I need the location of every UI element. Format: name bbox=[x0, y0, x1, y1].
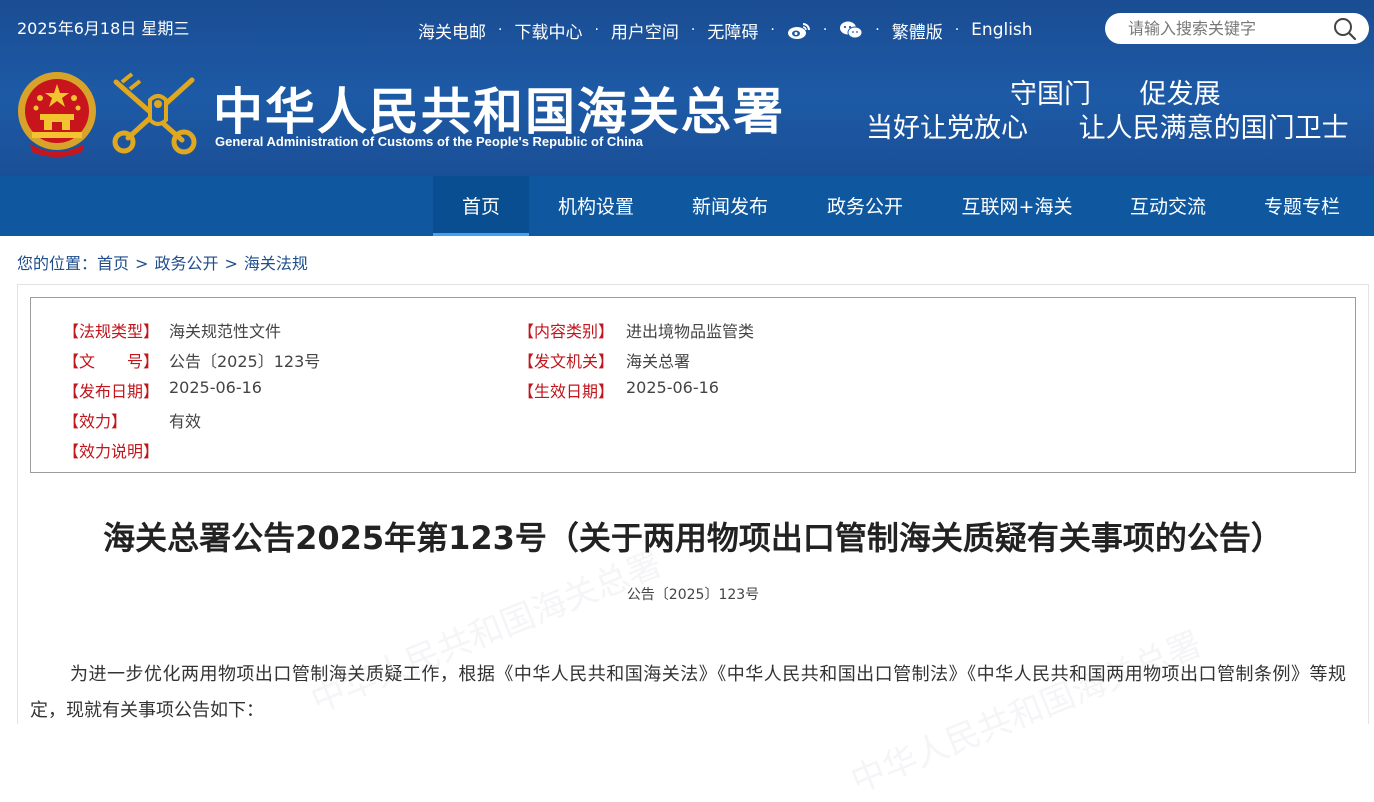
top-link-accessibility[interactable]: 无障碍 bbox=[707, 18, 758, 43]
nav-news[interactable]: 新闻发布 bbox=[682, 176, 778, 236]
meta-publish-date: 【发布日期】 2025-06-16 bbox=[63, 378, 262, 402]
meta-effective-date: 【生效日期】 2025-06-16 bbox=[518, 378, 719, 402]
site-header: 2025年6月18日 星期三 海关电邮 · 下载中心 · 用户空间 · 无障碍 … bbox=[0, 0, 1374, 176]
separator: · bbox=[690, 22, 696, 38]
search-icon[interactable] bbox=[1333, 17, 1357, 41]
document-title: 海关总署公告2025年第123号（关于两用物项出口管制海关质疑有关事项的公告） bbox=[103, 519, 1283, 557]
breadcrumb-prefix: 您的位置： bbox=[17, 254, 98, 273]
site-title-english: General Administration of Customs of the… bbox=[215, 134, 644, 149]
meta-content-category: 【内容类别】 进出境物品监管类 bbox=[518, 318, 754, 342]
top-link-download[interactable]: 下载中心 bbox=[514, 18, 582, 43]
meta-label: 【效力】 bbox=[63, 412, 128, 431]
top-link-traditional[interactable]: 繁體版 bbox=[892, 18, 943, 43]
separator: · bbox=[770, 22, 775, 38]
nav-organization[interactable]: 机构设置 bbox=[548, 176, 644, 236]
slogan-text: 让人民满意的国门卫士 bbox=[1078, 113, 1349, 144]
nav-home[interactable]: 首页 bbox=[433, 176, 529, 236]
search-input[interactable] bbox=[1128, 19, 1328, 38]
meta-value: 海关总署 bbox=[626, 352, 691, 371]
main-nav: 首页 机构设置 新闻发布 政务公开 互联网+海关 互动交流 专题专栏 bbox=[0, 176, 1374, 236]
national-emblem-icon bbox=[16, 70, 98, 158]
meta-label: 【法规类型】 bbox=[63, 322, 160, 341]
customs-key-logo-icon bbox=[108, 72, 200, 156]
breadcrumb-customs-regulations[interactable]: 海关法规 bbox=[244, 254, 308, 273]
meta-value: 有效 bbox=[169, 412, 202, 431]
top-link-english[interactable]: English bbox=[971, 20, 1032, 40]
meta-regulation-type: 【法规类型】 海关规范性文件 bbox=[63, 318, 281, 342]
meta-label: 【效力说明】 bbox=[63, 442, 160, 461]
meta-label: 【文 号】 bbox=[63, 352, 160, 371]
meta-value: 公告〔2025〕123号 bbox=[169, 352, 321, 371]
top-link-user-space[interactable]: 用户空间 bbox=[611, 18, 679, 43]
weibo-icon[interactable] bbox=[787, 20, 811, 40]
meta-label: 【内容类别】 bbox=[518, 322, 615, 341]
separator: · bbox=[822, 22, 828, 38]
meta-label: 【发布日期】 bbox=[63, 382, 160, 401]
nav-internet-customs[interactable]: 互联网+海关 bbox=[950, 176, 1084, 236]
meta-value: 进出境物品监管类 bbox=[626, 322, 755, 341]
meta-validity-note: 【效力说明】 bbox=[63, 438, 159, 462]
document-body-paragraph: 为进一步优化两用物项出口管制海关质疑工作，根据《中华人民共和国海关法》《中华人民… bbox=[30, 664, 1346, 721]
meta-label: 【生效日期】 bbox=[518, 382, 615, 401]
breadcrumb: 您的位置：首页 > 政务公开 > 海关法规 bbox=[17, 250, 308, 274]
breadcrumb-arrow: > bbox=[224, 254, 238, 273]
breadcrumb-arrow: > bbox=[135, 254, 149, 273]
separator: · bbox=[594, 22, 599, 38]
slogan-line-2: 当好让党放心 让人民满意的国门卫士 bbox=[866, 106, 1349, 145]
separator: · bbox=[498, 22, 503, 38]
search-box bbox=[1105, 13, 1369, 44]
current-date: 2025年6月18日 星期三 bbox=[17, 19, 190, 38]
document-number: 公告〔2025〕123号 bbox=[626, 587, 760, 603]
meta-document-number: 【文 号】 公告〔2025〕123号 bbox=[63, 348, 320, 372]
meta-label: 【发文机关】 bbox=[518, 352, 615, 371]
meta-value: 海关规范性文件 bbox=[169, 322, 282, 341]
article-container: 【法规类型】 海关规范性文件 【文 号】 公告〔2025〕123号 【发布日期】… bbox=[17, 284, 1369, 801]
nav-interaction[interactable]: 互动交流 bbox=[1120, 176, 1216, 236]
separator: · bbox=[875, 22, 880, 38]
top-link-email[interactable]: 海关电邮 bbox=[418, 18, 486, 43]
nav-government-affairs[interactable]: 政务公开 bbox=[817, 176, 913, 236]
breadcrumb-home[interactable]: 首页 bbox=[97, 254, 129, 273]
meta-value: 2025-06-16 bbox=[626, 378, 719, 397]
meta-value: 2025-06-16 bbox=[169, 378, 262, 397]
nav-special-topics[interactable]: 专题专栏 bbox=[1254, 176, 1350, 236]
meta-validity: 【效力】 有效 bbox=[63, 408, 201, 432]
wechat-icon[interactable] bbox=[839, 20, 863, 40]
separator: · bbox=[954, 22, 960, 38]
meta-issuing-authority: 【发文机关】 海关总署 bbox=[518, 348, 690, 372]
top-links: 海关电邮 · 下载中心 · 用户空间 · 无障碍 · · · 繁體版 · Eng… bbox=[418, 17, 1033, 43]
regulation-metadata: 【法规类型】 海关规范性文件 【文 号】 公告〔2025〕123号 【发布日期】… bbox=[30, 297, 1356, 473]
slogan-text: 当好让党放心 bbox=[866, 113, 1028, 144]
breadcrumb-government-affairs[interactable]: 政务公开 bbox=[154, 254, 218, 273]
